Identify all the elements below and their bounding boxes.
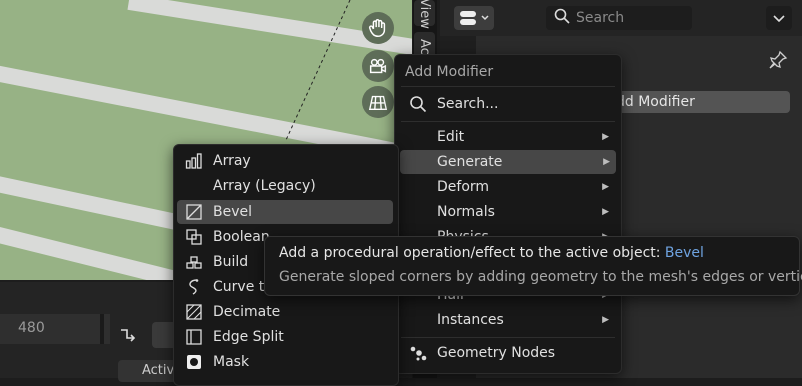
submenu-item-label: Build	[213, 254, 249, 270]
properties-header: Search	[440, 0, 802, 36]
submenu-item-label: Array	[213, 153, 251, 169]
submenu-item-decimate[interactable]: Decimate	[177, 300, 393, 324]
add-modifier-menu: Add Modifier Search... Edit ▶ Generate ▶ D…	[394, 54, 622, 374]
submenu-arrow-icon: ▶	[603, 157, 610, 167]
array-icon	[185, 152, 203, 170]
menu-item-label: Geometry Nodes	[437, 345, 556, 361]
menu-divider	[401, 337, 615, 338]
submenu-item-bevel[interactable]: Bevel	[177, 200, 393, 224]
menu-item-label: Normals	[437, 204, 495, 220]
properties-search[interactable]: Search	[546, 6, 692, 30]
menu-item-normals[interactable]: Normals ▶	[401, 200, 615, 224]
search-icon	[554, 8, 570, 28]
menu-item-label: Deform	[437, 179, 490, 195]
tooltip: Add a procedural operation/effect to the…	[264, 236, 802, 296]
ruler-divider	[100, 314, 104, 344]
submenu-arrow-icon: ▶	[602, 207, 609, 217]
submenu-item-label: Mask	[213, 354, 250, 370]
pin-icon[interactable]	[768, 50, 788, 74]
camera-icon[interactable]	[362, 50, 394, 82]
timeline-ruler[interactable]: 480	[0, 314, 110, 344]
menu-item-geometry-nodes[interactable]: Geometry Nodes	[401, 341, 615, 365]
mask-icon	[185, 353, 203, 371]
build-icon	[185, 253, 203, 271]
menu-divider	[401, 121, 615, 122]
submenu-item-label: Edge Split	[213, 329, 284, 345]
submenu-item-label: Bevel	[213, 204, 253, 220]
menu-item-label: Generate	[437, 154, 503, 170]
menu-title: Add Modifier	[405, 64, 494, 80]
submenu-arrow-icon: ▶	[602, 315, 609, 325]
editor-type-button[interactable]	[454, 6, 494, 30]
tooltip-description: Add a procedural operation/effect to the…	[279, 245, 661, 261]
boolean-icon	[185, 228, 203, 246]
options-dropdown[interactable]	[766, 6, 792, 30]
decimate-icon	[185, 303, 203, 321]
search-placeholder: Search	[576, 10, 625, 26]
submenu-arrow-icon: ▶	[602, 132, 609, 142]
add-modifier-label: dd Modifier	[616, 94, 695, 110]
submenu-item-label: Array (Legacy)	[213, 178, 316, 194]
active-dropdown-label: Activ	[142, 363, 175, 378]
submenu-item-edge-split[interactable]: Edge Split	[177, 325, 393, 349]
menu-item-deform[interactable]: Deform ▶	[401, 175, 615, 199]
curve-icon	[185, 278, 203, 296]
tooltip-line1: Add a procedural operation/effect to the…	[279, 245, 704, 261]
menu-item-label: Edit	[437, 129, 465, 145]
menu-item-generate[interactable]: Generate ▶	[400, 150, 616, 174]
menu-item-label: Instances	[437, 312, 504, 328]
add-modifier-button[interactable]: dd Modifier	[600, 91, 790, 113]
tab-view[interactable]: View	[414, 0, 435, 28]
menu-divider	[401, 86, 615, 87]
submenu-item-label: Boolean	[213, 229, 270, 245]
menu-item-instances[interactable]: Instances ▶	[401, 308, 615, 332]
submenu-item-array[interactable]: Array	[177, 149, 393, 173]
edge-split-icon	[185, 328, 203, 346]
bevel-icon	[185, 203, 203, 221]
menu-item-edit[interactable]: Edit ▶	[401, 125, 615, 149]
submenu-item-array-legacy[interactable]: Array (Legacy)	[177, 174, 393, 198]
geometry-nodes-icon	[409, 344, 427, 362]
menu-search-label: Search...	[437, 96, 499, 112]
submenu-arrow-icon: ▶	[602, 182, 609, 192]
hand-icon[interactable]	[362, 12, 394, 44]
tooltip-operator-name: Bevel	[664, 245, 704, 261]
tooltip-line2: Generate sloped corners by adding geomet…	[279, 269, 802, 285]
menu-search[interactable]: Search...	[401, 92, 615, 116]
submenu-item-label: Decimate	[213, 304, 281, 320]
search-icon	[409, 95, 427, 113]
submenu-item-mask[interactable]: Mask	[177, 350, 393, 374]
snap-icon[interactable]	[118, 324, 138, 348]
grid-icon[interactable]	[362, 86, 394, 118]
frame-number: 480	[18, 320, 45, 336]
